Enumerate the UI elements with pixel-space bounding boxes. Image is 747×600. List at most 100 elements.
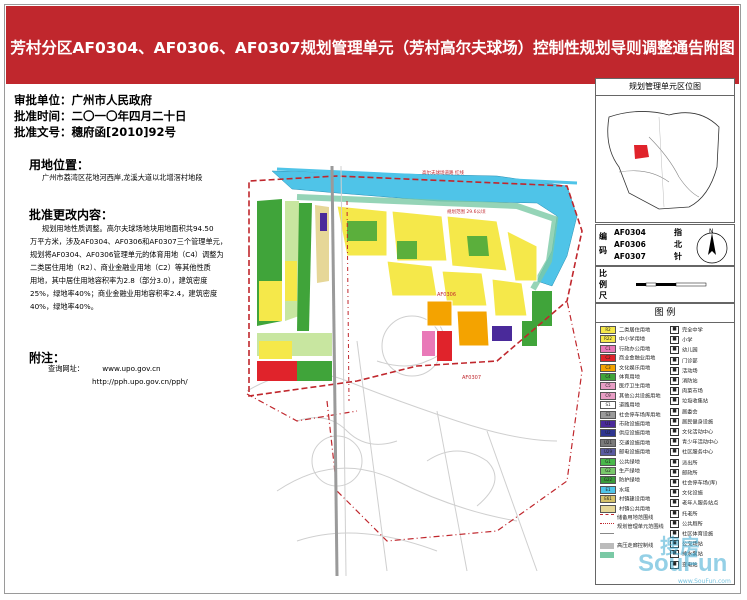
street-line (246, 372, 558, 442)
legend-swatch: C2 (600, 354, 616, 363)
legend-icon-item: ■ 幼儿园 (670, 346, 698, 355)
legend-icon-item: ■ 托老所 (670, 509, 698, 519)
legend-label: 文化娱乐用地 (619, 365, 651, 372)
legend-label: 道路用地 (619, 402, 640, 409)
legend-land-item: S3 社会停车场库用地 (600, 410, 661, 420)
legend-label: 商业金融业用地 (619, 355, 656, 362)
school-icon: ■ (670, 336, 679, 345)
scale-bar (636, 282, 707, 287)
legend-icon-item: ■ 派出所 (670, 458, 698, 468)
north-label-char: 北 (674, 240, 682, 249)
legend-swatch: S1 (600, 401, 616, 410)
url-pph[interactable]: http://pph.upo.gov.cn/pph/ (92, 375, 188, 388)
scale-seg (636, 283, 646, 286)
legend-icon-item: ■ 垃圾收集站 (670, 397, 708, 406)
trash-icon: ■ (670, 397, 679, 406)
north-label-char: 针 (674, 252, 682, 261)
changes-line: 万平方米，涉及AF0304、AF0306和AF0307三个管理单元， (30, 237, 228, 246)
scale-label: 比例尺 (599, 268, 607, 301)
elderly-icon: ■ (670, 499, 679, 508)
legend-label: 邮电设施用地 (619, 449, 651, 456)
street-line (296, 417, 398, 445)
approval-time-row: 批准时间：二〇一〇年四月二十日 (14, 108, 214, 124)
url-upo[interactable]: www.upo.gov.cn (102, 364, 160, 373)
legend-label: 生产绿地 (619, 468, 640, 475)
scale-label-char: 比 (599, 269, 607, 278)
street-line (296, 532, 438, 552)
u1-block (320, 213, 327, 231)
legend-line-item (600, 551, 617, 561)
legend-heading: 图 例 (596, 304, 734, 323)
legend-label: 托老所 (682, 511, 698, 518)
legend-land-item: R22 中小学用地 (600, 335, 645, 344)
legend-icon-item: ■ 社会停车场(库) (670, 479, 717, 488)
legend-label: 派出所 (682, 460, 698, 467)
scale-label-char: 尺 (599, 291, 607, 300)
legend-label: 交通设施用地 (619, 440, 651, 447)
legend-icon-item: ■ 老年人服务站点 (670, 499, 718, 508)
legend-label: 体育用地 (619, 374, 640, 381)
legend-label: 消防站 (682, 378, 698, 385)
culture-icon: ■ (670, 489, 679, 498)
g1-block (347, 221, 377, 241)
parking-icon: ■ (670, 479, 679, 487)
changes-line: 规划将AF0304、AF0306管理单元的体育用地（C4）调整为 (30, 250, 224, 259)
legend-icon-item: ■ 消防站 (670, 377, 698, 386)
scale-seg (675, 282, 707, 287)
site-highlight (634, 145, 649, 159)
legend-swatch: G1 (600, 457, 616, 466)
legend-swatch: G22 (600, 476, 616, 485)
street-line (486, 430, 538, 572)
field-icon: ■ (670, 366, 679, 375)
legend-icon-item: ■ 居委会 (670, 407, 698, 417)
approval-time-value: 二〇一〇年四月二十日 (71, 109, 187, 123)
watermark-url: www.SouFun.com (678, 578, 731, 585)
legend-icon-item: ■ 完全中学 (670, 326, 703, 335)
legend-line-swatch (600, 551, 614, 558)
scale-seg (645, 282, 657, 287)
legend-label: 肉菜市场 (682, 388, 703, 395)
legend-land-item: C4 体育用地 (600, 373, 640, 382)
legend-land-item: E61 村镇建设用地 (600, 495, 650, 504)
code-label: 编码 (599, 230, 607, 258)
unit-label-af0306: AF0306 (437, 292, 456, 298)
location-map-heading: 规划管理单元区位图 (596, 79, 734, 96)
r2-block (506, 230, 538, 282)
notes-line-1: 查询网址： www.upo.gov.cn (48, 362, 161, 375)
street-line (426, 450, 496, 507)
legend-land-item: E1 水域 (600, 485, 629, 495)
youth-icon: ■ (670, 438, 679, 447)
changes-line: 二类居住用地（R2）、商业金融业用地（C2）等其他性质 (30, 263, 211, 272)
legend-label: 老年人服务站点 (682, 500, 719, 507)
legend-land-item: R2 二类居住用地 (600, 326, 650, 335)
code-values: AF0304 AF0306 AF0307 (614, 227, 646, 263)
legend-land-item: U21 交通设施用地 (600, 438, 651, 448)
approval-time-label: 批准时间： (14, 109, 72, 123)
legend-label: 村镇建设用地 (619, 496, 651, 503)
changes-line: 用地，其中居住用地容积率为2.8（部分3.0），建筑密度 (30, 276, 208, 285)
legend-swatch: U21 (600, 438, 616, 447)
school-icon: ■ (670, 326, 679, 334)
c2-commercial-block (437, 331, 452, 361)
culture-icon: ■ (670, 428, 679, 436)
legend-label: 社会停车场库用地 (619, 412, 661, 419)
land-use-map-svg: 高尔夫球场道路 红线 规划范围 29.6公顷 AF0306 AF0307 (246, 165, 583, 577)
legend-swatch: R22 (600, 335, 616, 344)
legend-icon-item: ■ 小学 (670, 336, 692, 345)
legend-label: 门诊部 (682, 358, 698, 365)
legend-label: 中小学用地 (619, 336, 645, 343)
north-label-char: 指 (674, 228, 682, 237)
approval-doc-value: 穗府函[2010]92号 (71, 125, 177, 139)
legend-line-item: 储备用地范围线 (600, 514, 653, 523)
fire-icon: ■ (670, 377, 679, 385)
legend-icon-item: ■ 居民健身设施 (670, 417, 713, 427)
changes-line: 40%，绿地率40%。 (30, 302, 98, 311)
watermark-text-en: SouFun (638, 550, 728, 577)
left-panel: 审批单位：广州市人民政府 批准时间：二〇一〇年四月二十日 批准文号：穗府函[20… (12, 86, 586, 584)
g1-block (532, 291, 552, 326)
r2-block (491, 278, 528, 317)
legend-swatch: G2 (600, 467, 616, 475)
legend-land-item: S1 道路用地 (600, 401, 640, 410)
office-icon: ■ (670, 407, 679, 416)
legend-swatch: C4 (600, 373, 616, 381)
